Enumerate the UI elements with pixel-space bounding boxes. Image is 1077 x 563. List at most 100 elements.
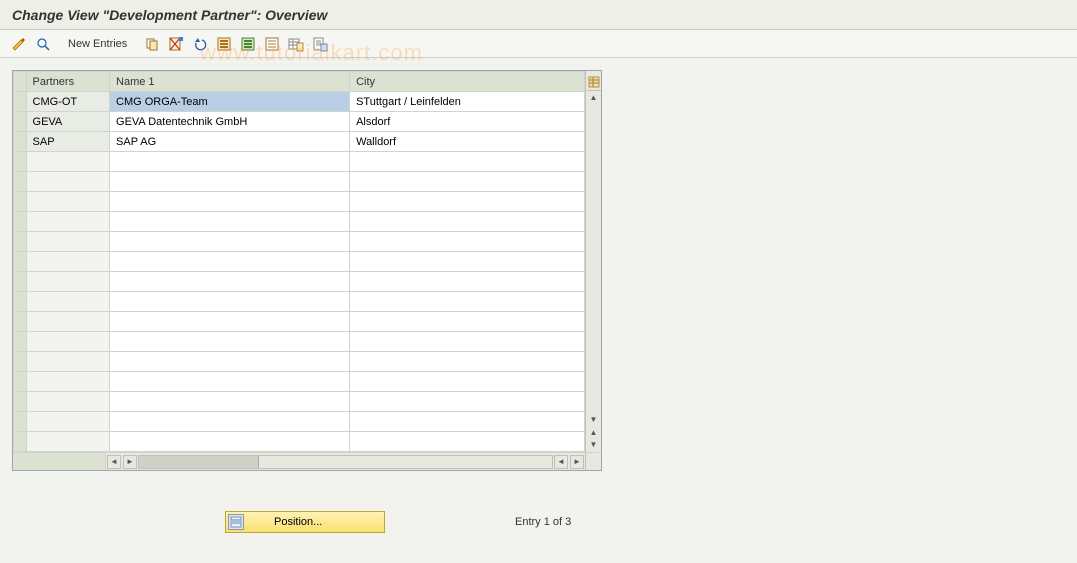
cell-partner-empty[interactable] (26, 292, 110, 312)
scroll-up-icon-2[interactable]: ▲ (588, 426, 600, 438)
toggle-display-change-icon[interactable] (10, 35, 28, 53)
undo-change-icon[interactable] (191, 35, 209, 53)
cell-name-empty[interactable] (110, 272, 350, 292)
cell-name[interactable]: CMG ORGA-Team (110, 92, 350, 112)
cell-name-empty[interactable] (110, 432, 350, 452)
select-all-icon[interactable] (215, 35, 233, 53)
cell-name-empty[interactable] (110, 352, 350, 372)
cell-city-empty[interactable] (350, 172, 585, 192)
row-selector[interactable] (14, 252, 27, 272)
cell-city-empty[interactable] (350, 152, 585, 172)
row-selector[interactable] (14, 232, 27, 252)
scroll-up-icon[interactable]: ▲ (588, 91, 600, 103)
details-icon[interactable] (34, 35, 52, 53)
print-icon[interactable] (311, 35, 329, 53)
hscroll-track[interactable] (138, 455, 553, 469)
row-selector-header[interactable] (14, 72, 27, 92)
cell-name-empty[interactable] (110, 212, 350, 232)
cell-name-empty[interactable] (110, 292, 350, 312)
scroll-down-icon[interactable]: ▼ (588, 413, 600, 425)
col-header-city[interactable]: City (350, 72, 585, 92)
new-entries-button[interactable]: New Entries (62, 36, 133, 52)
row-selector[interactable] (14, 332, 27, 352)
cell-partner-empty[interactable] (26, 172, 110, 192)
cell-city[interactable]: STuttgart / Leinfelden (350, 92, 585, 112)
cell-name-empty[interactable] (110, 412, 350, 432)
row-selector[interactable] (14, 272, 27, 292)
cell-city-empty[interactable] (350, 292, 585, 312)
cell-partner-empty[interactable] (26, 392, 110, 412)
cell-partner-empty[interactable] (26, 412, 110, 432)
cell-city-empty[interactable] (350, 412, 585, 432)
deselect-all-icon[interactable] (263, 35, 281, 53)
row-selector[interactable] (14, 372, 27, 392)
cell-city-empty[interactable] (350, 332, 585, 352)
cell-city-empty[interactable] (350, 272, 585, 292)
row-selector[interactable] (14, 412, 27, 432)
cell-partner-empty[interactable] (26, 252, 110, 272)
row-selector[interactable] (14, 152, 27, 172)
cell-partner-empty[interactable] (26, 272, 110, 292)
cell-city[interactable]: Walldorf (350, 132, 585, 152)
cell-city-empty[interactable] (350, 192, 585, 212)
cell-partner-empty[interactable] (26, 352, 110, 372)
cell-city-empty[interactable] (350, 252, 585, 272)
row-selector[interactable] (14, 192, 27, 212)
row-selector[interactable] (14, 92, 27, 112)
cell-name-empty[interactable] (110, 392, 350, 412)
cell-name-empty[interactable] (110, 232, 350, 252)
copy-as-icon[interactable] (143, 35, 161, 53)
row-selector[interactable] (14, 312, 27, 332)
cell-name-empty[interactable] (110, 172, 350, 192)
row-selector[interactable] (14, 352, 27, 372)
row-selector[interactable] (14, 392, 27, 412)
cell-city-empty[interactable] (350, 392, 585, 412)
cell-partner-empty[interactable] (26, 372, 110, 392)
row-selector[interactable] (14, 212, 27, 232)
cell-name[interactable]: SAP AG (110, 132, 350, 152)
cell-partner-empty[interactable] (26, 332, 110, 352)
cell-partner-empty[interactable] (26, 232, 110, 252)
cell-name-empty[interactable] (110, 372, 350, 392)
row-selector[interactable] (14, 112, 27, 132)
cell-partner-empty[interactable] (26, 192, 110, 212)
col-header-partners[interactable]: Partners (26, 72, 110, 92)
col-header-name[interactable]: Name 1 (110, 72, 350, 92)
row-selector[interactable] (14, 292, 27, 312)
cell-partner[interactable]: CMG-OT (26, 92, 110, 112)
cell-partner-empty[interactable] (26, 312, 110, 332)
cell-name-empty[interactable] (110, 332, 350, 352)
cell-partner-empty[interactable] (26, 212, 110, 232)
cell-name-empty[interactable] (110, 152, 350, 172)
cell-name-empty[interactable] (110, 252, 350, 272)
position-button[interactable]: Position... (225, 511, 385, 533)
cell-city[interactable]: Alsdorf (350, 112, 585, 132)
scroll-left-icon[interactable]: ◄ (107, 455, 121, 469)
hscroll-thumb[interactable] (139, 456, 259, 468)
cell-partner-empty[interactable] (26, 432, 110, 452)
select-block-icon[interactable] (239, 35, 257, 53)
delete-icon[interactable] (167, 35, 185, 53)
cell-city-empty[interactable] (350, 352, 585, 372)
cell-name-empty[interactable] (110, 192, 350, 212)
cell-city-empty[interactable] (350, 432, 585, 452)
row-selector[interactable] (14, 172, 27, 192)
cell-city-empty[interactable] (350, 212, 585, 232)
cell-partner-empty[interactable] (26, 152, 110, 172)
horizontal-scrollbar[interactable]: ◄ ► ◄ ► (13, 452, 601, 470)
scroll-left-step-icon[interactable]: ◄ (554, 455, 568, 469)
cell-partner[interactable]: SAP (26, 132, 110, 152)
scroll-right-icon[interactable]: ► (570, 455, 584, 469)
cell-city-empty[interactable] (350, 232, 585, 252)
table-settings-icon[interactable] (287, 35, 305, 53)
cell-name-empty[interactable] (110, 312, 350, 332)
vertical-scrollbar[interactable]: ▲ ▼ ▲ ▼ (585, 71, 601, 452)
cell-city-empty[interactable] (350, 312, 585, 332)
scroll-right-step-icon[interactable]: ► (123, 455, 137, 469)
table-config-icon[interactable] (587, 73, 601, 91)
row-selector[interactable] (14, 132, 27, 152)
cell-city-empty[interactable] (350, 372, 585, 392)
row-selector[interactable] (14, 432, 27, 452)
cell-partner[interactable]: GEVA (26, 112, 110, 132)
cell-name[interactable]: GEVA Datentechnik GmbH (110, 112, 350, 132)
